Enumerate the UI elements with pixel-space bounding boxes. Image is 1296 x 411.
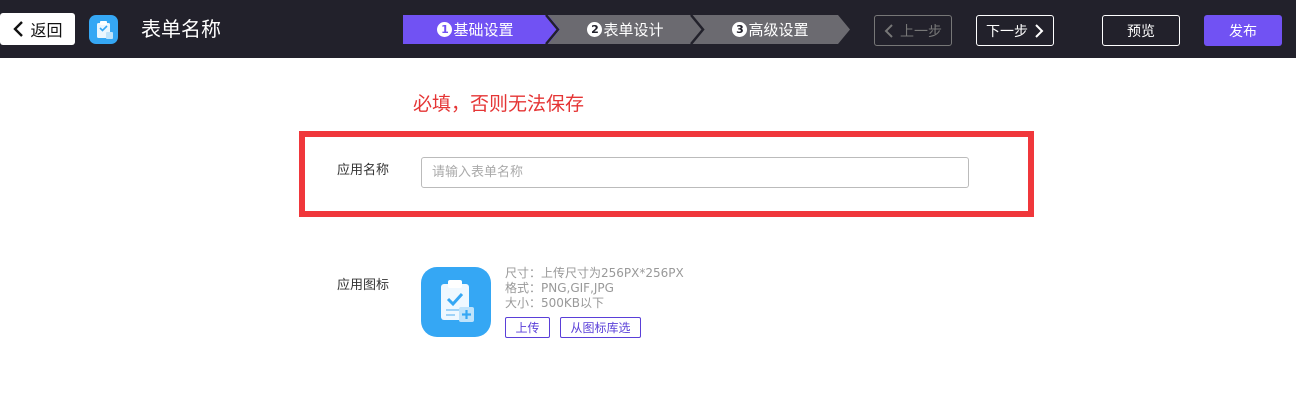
required-note: 必填，否则无法保存 (413, 93, 585, 115)
form-title: 表单名称 (141, 17, 221, 41)
chevron-right-icon (1035, 23, 1044, 38)
app-icon-preview (421, 267, 491, 337)
app-icon-label: 应用图标 (337, 278, 390, 293)
icon-requirements: 尺寸：上传尺寸为256PX*256PX 格式：PNG,GIF,JPG 大小：50… (505, 266, 684, 311)
step-basic-settings[interactable]: 1 基础设置 (403, 15, 548, 44)
icon-format-requirement: 格式：PNG,GIF,JPG (505, 281, 614, 295)
prev-step-button[interactable]: 上一步 (874, 15, 952, 46)
upload-icon-button[interactable]: 上传 (505, 317, 550, 338)
clipboard-icon (97, 21, 113, 39)
step-form-design[interactable]: 2 表单设计 (558, 15, 693, 44)
choose-from-library-button[interactable]: 从图标库选 (560, 317, 641, 338)
publish-button[interactable]: 发布 (1204, 15, 1282, 46)
app-name-input[interactable] (421, 157, 969, 188)
step-advanced-settings[interactable]: 3 高级设置 (703, 15, 838, 44)
chevron-left-icon (884, 23, 893, 38)
next-step-button[interactable]: 下一步 (976, 15, 1054, 46)
step-label: 表单设计 (603, 21, 664, 39)
clipboard-icon (441, 280, 474, 322)
top-bar: 返回 表单名称 1 基础设置 2 表单设计 3 高级设置 上一步 下一步 预览 … (0, 0, 1296, 58)
icon-size-requirement: 尺寸：上传尺寸为256PX*256PX (505, 266, 684, 280)
next-step-label: 下一步 (986, 23, 1028, 40)
step-label: 高级设置 (748, 21, 809, 39)
step-number: 3 (732, 22, 748, 37)
back-label: 返回 (30, 21, 63, 40)
form-app-icon (89, 15, 118, 44)
step-number: 2 (587, 22, 603, 37)
step-label: 基础设置 (453, 21, 514, 39)
prev-step-label: 上一步 (900, 23, 942, 40)
back-button[interactable]: 返回 (0, 13, 75, 45)
preview-button[interactable]: 预览 (1102, 15, 1180, 46)
step-number: 1 (437, 22, 453, 37)
app-name-label: 应用名称 (337, 163, 390, 178)
icon-filesize-requirement: 大小：500KB以下 (505, 296, 605, 310)
chevron-left-icon (13, 21, 24, 37)
